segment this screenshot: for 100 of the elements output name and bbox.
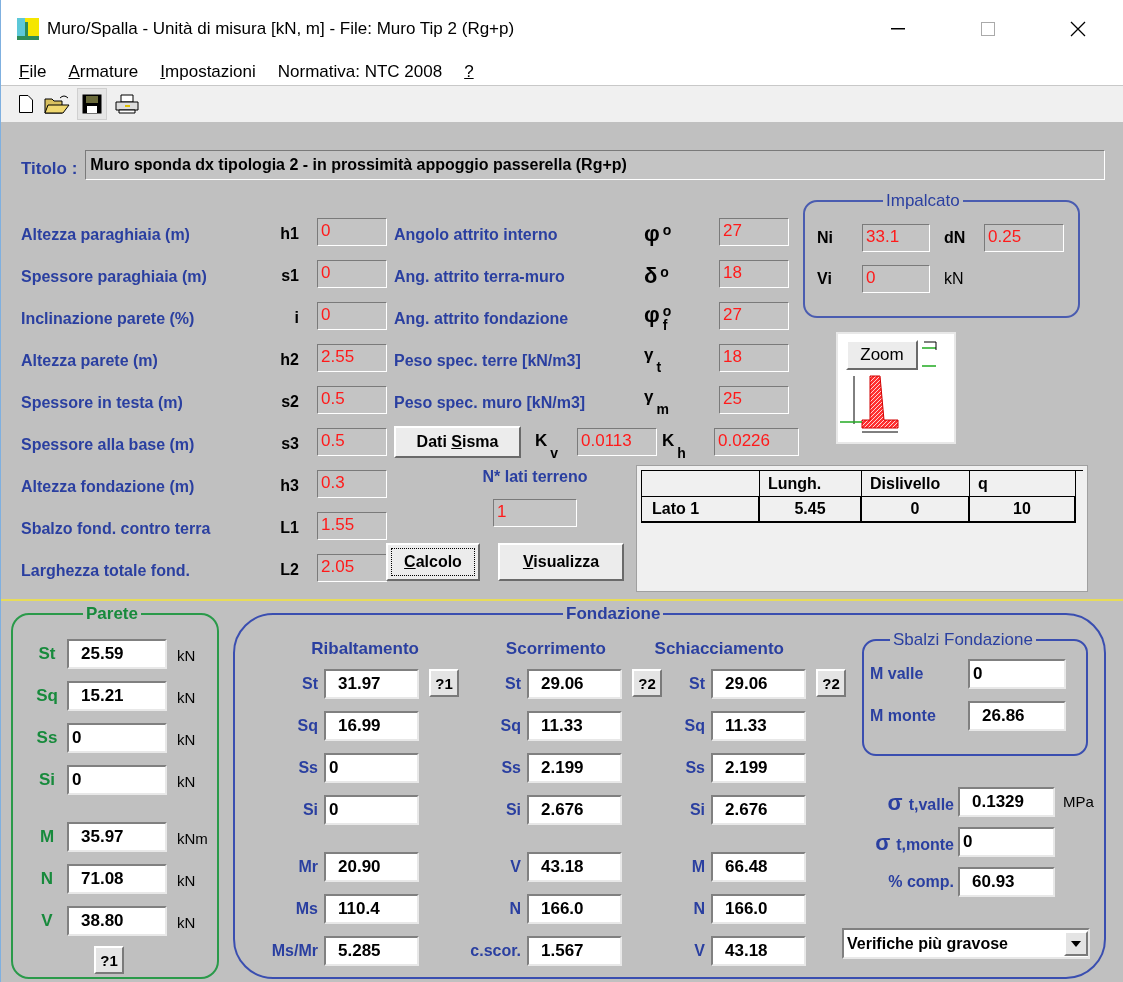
field-label: Peso spec. terre [kN/m3] (394, 351, 582, 371)
unit-label: kNm (177, 828, 208, 849)
symbol-label: s3 (280, 434, 299, 454)
input-field[interactable]: 29.06 (527, 669, 622, 699)
zoom-button[interactable]: Zoom (846, 340, 918, 370)
app-icon (17, 18, 39, 40)
field-label: V (509, 857, 522, 877)
field-label: Altezza paraghiaia (m) (21, 225, 191, 245)
field-label: Ss (500, 758, 522, 778)
action-button[interactable]: Calcolo (386, 543, 480, 581)
input-field[interactable]: 0 (67, 723, 167, 753)
new-file-icon (19, 95, 33, 113)
table-cell: Lato 1 (642, 497, 760, 523)
field-label: Inclinazione parete (%) (21, 309, 196, 329)
unit-label: kN (177, 645, 196, 666)
input-field[interactable]: 25.59 (67, 639, 167, 669)
input-field[interactable]: 0 (324, 795, 419, 825)
input-field[interactable]: 166.0 (711, 894, 806, 924)
field-label: Sq (35, 685, 59, 708)
input-field[interactable]: 0 (67, 765, 167, 795)
caret-icon (1071, 940, 1081, 947)
input-field[interactable]: 2.676 (527, 795, 622, 825)
input-field[interactable]: 71.08 (67, 864, 167, 894)
table-cell: 0 (862, 497, 970, 523)
unit-label: kN (177, 912, 196, 933)
field-label: % comp. (887, 872, 955, 892)
menu-item[interactable]: File (19, 63, 47, 80)
menu-item[interactable]: Armature (68, 63, 139, 80)
menu-item[interactable]: Impostazioni (160, 63, 256, 80)
symbol-label: h1 (279, 224, 299, 244)
minimize-icon (891, 28, 905, 30)
field-label: St (301, 674, 319, 694)
field-label: M valle (870, 664, 925, 684)
input-field[interactable]: 43.18 (711, 936, 806, 966)
input-field[interactable]: 20.90 (324, 852, 419, 882)
window-title: Muro/Spalla - Unità di misura [kN, m] - File: Muro Tip 2 (Rg+p) (47, 18, 515, 41)
column-header: Dislivello (862, 471, 970, 497)
input-field[interactable]: 0 (324, 753, 419, 783)
input-field[interactable]: 26.86 (968, 701, 1066, 731)
seismic-data-button[interactable]: Dati Sisma (394, 426, 521, 458)
column-header: Lungh. (760, 471, 862, 497)
field-label: Larghezza totale fond. (21, 561, 191, 581)
field-label: σ t,monte (874, 828, 955, 857)
input-field[interactable]: 2.199 (711, 753, 806, 783)
field-label: Ss (35, 727, 59, 750)
input-field[interactable]: 29.06 (711, 669, 806, 699)
help-button[interactable]: ?2 (632, 669, 662, 697)
unit-label: kN (177, 870, 196, 891)
close-icon (1070, 21, 1086, 37)
menu-item[interactable]: Normativa: NTC 2008 (277, 63, 443, 80)
symbol-label: s2 (280, 392, 299, 412)
input-field[interactable]: 110.4 (324, 894, 419, 924)
input-field[interactable]: 2.676 (711, 795, 806, 825)
field-label: Angolo attrito interno (394, 225, 559, 245)
field-label: σ t,valle (886, 788, 955, 817)
input-field[interactable]: 43.18 (527, 852, 622, 882)
symbol-label: i (293, 308, 299, 328)
field-label: Ss (297, 758, 319, 778)
dropdown-value: Verifiche più gravose (846, 933, 1009, 954)
field-label: Ang. attrito fondazione (394, 309, 570, 329)
unit-label: kN (177, 687, 196, 708)
title-field[interactable]: Muro sponda dx tipologia 2 - in prossimità appoggio passerella (Rg+p) (85, 150, 1105, 180)
field-label: Vi (817, 269, 833, 289)
field-label: N (39, 868, 55, 891)
input-field[interactable]: 2.199 (527, 753, 622, 783)
input-field[interactable]: 11.33 (527, 711, 622, 741)
input-field[interactable]: 31.97 (324, 669, 419, 699)
input-field[interactable]: 35.97 (67, 822, 167, 852)
table-cell: 5.45 (760, 497, 862, 523)
input-field[interactable]: 166.0 (527, 894, 622, 924)
field-label: Spessore paraghiaia (m) (21, 267, 208, 287)
save-button[interactable] (77, 88, 107, 120)
input-field[interactable]: 66.48 (711, 852, 806, 882)
title-label: Titolo : (21, 158, 78, 181)
action-button[interactable]: Visualizza (498, 543, 624, 581)
symbol-label: h2 (279, 350, 299, 370)
help-button[interactable]: ?2 (816, 669, 846, 697)
column-header: Scorrimento (505, 638, 606, 658)
field-label: Mr (297, 857, 319, 877)
help-button[interactable]: ?1 (94, 946, 124, 974)
menu-item[interactable]: ? (464, 63, 474, 80)
input-field[interactable]: 60.93 (958, 867, 1055, 897)
symbol-label: h3 (279, 476, 299, 496)
maximize-icon (981, 22, 995, 36)
input-field[interactable]: 38.80 (67, 906, 167, 936)
help-button[interactable]: ?1 (429, 669, 459, 697)
input-field[interactable]: 15.21 (67, 681, 167, 711)
input-field[interactable]: 0 (968, 659, 1066, 689)
dropdown-arrow-button[interactable] (1064, 931, 1088, 956)
printer-icon (115, 94, 139, 114)
input-field[interactable]: 11.33 (711, 711, 806, 741)
input-field[interactable]: 5.285 (324, 936, 419, 966)
field-label: Si (504, 800, 522, 820)
dropdown[interactable]: Verifiche più gravose (842, 928, 1090, 959)
field-label: Ms/Mr (270, 941, 319, 961)
input-field[interactable]: 0 (958, 827, 1055, 857)
input-field[interactable]: 0.1329 (958, 787, 1055, 817)
field-label: M (38, 826, 56, 849)
input-field[interactable]: 1.567 (527, 936, 622, 966)
input-field[interactable]: 16.99 (324, 711, 419, 741)
